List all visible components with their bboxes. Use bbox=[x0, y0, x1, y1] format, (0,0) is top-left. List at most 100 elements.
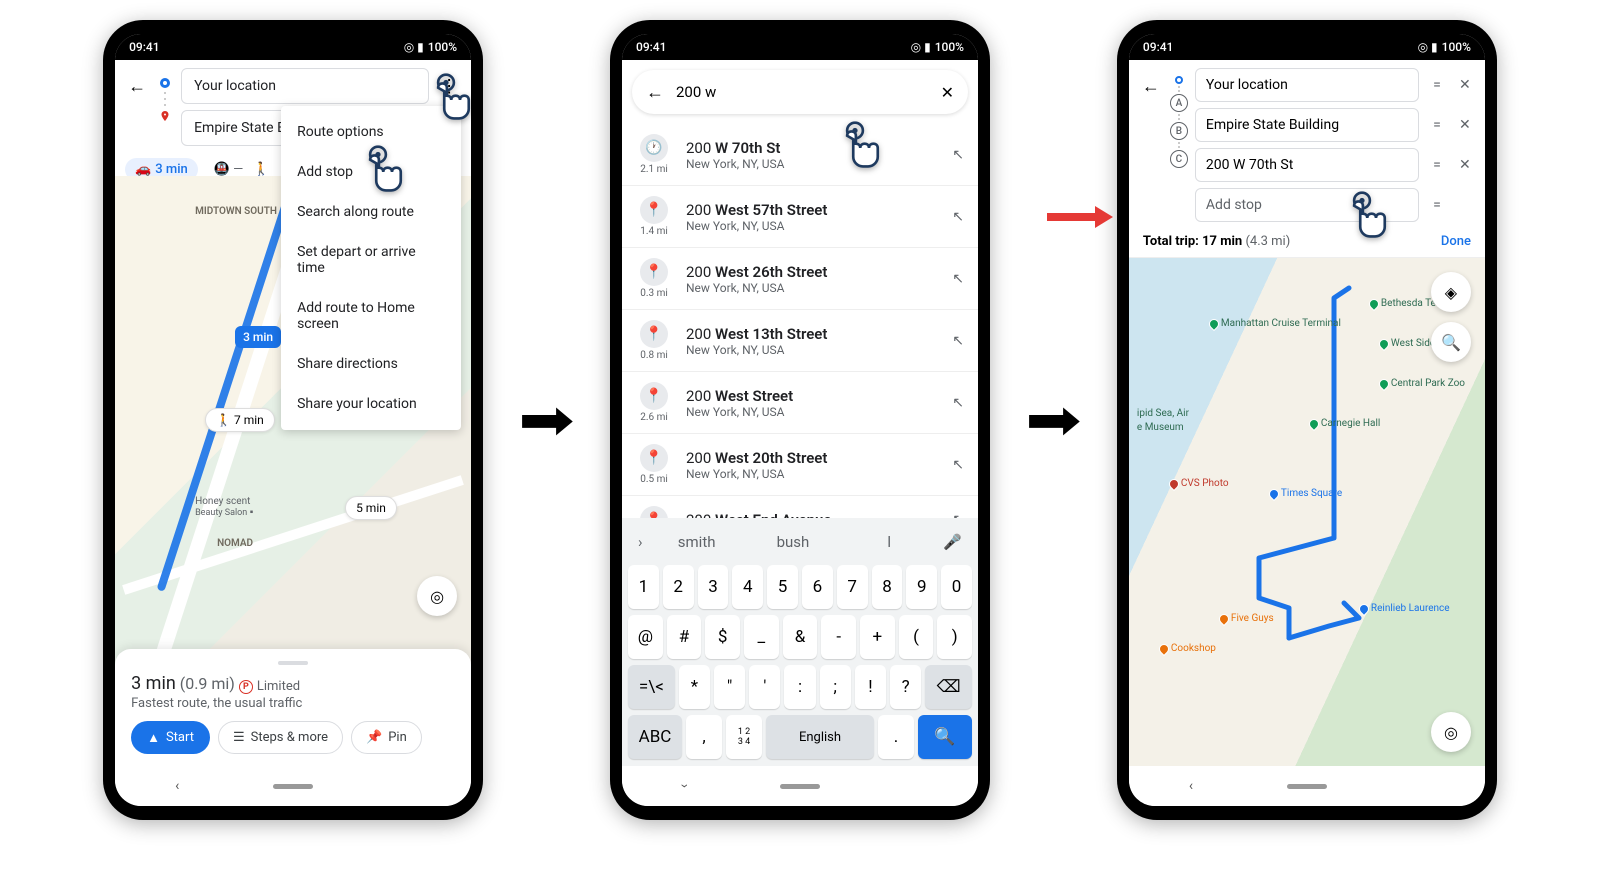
my-location-fab[interactable]: ◎ bbox=[1431, 712, 1471, 752]
kb-key[interactable]: 8 bbox=[872, 565, 903, 609]
insert-arrow-icon[interactable]: ↖ bbox=[952, 333, 964, 349]
mode-walking[interactable]: 🚶 bbox=[253, 162, 269, 177]
kb-key[interactable]: 7 bbox=[837, 565, 868, 609]
sugg-expand-icon[interactable]: › bbox=[632, 533, 649, 551]
stop-input-origin[interactable]: Your location bbox=[1195, 68, 1419, 102]
kb-key[interactable]: " bbox=[714, 665, 745, 709]
kb-period[interactable]: . bbox=[878, 715, 914, 759]
kb-key[interactable]: * bbox=[679, 665, 710, 709]
nav-home-pill[interactable] bbox=[780, 784, 820, 789]
search-fab[interactable]: 🔍 bbox=[1431, 322, 1471, 362]
kb-key[interactable]: =\< bbox=[628, 665, 675, 709]
menu-share-location[interactable]: Share your location bbox=[281, 384, 461, 424]
kb-key[interactable]: 3 bbox=[698, 565, 729, 609]
summary-time: 3 min bbox=[131, 673, 176, 694]
nav-back-icon[interactable]: ‹ bbox=[175, 778, 179, 794]
search-result[interactable]: 📍0.3 mi 200 West 26th StreetNew York, NY… bbox=[622, 248, 978, 310]
origin-input[interactable]: Your location bbox=[181, 68, 429, 104]
kb-key[interactable]: 9 bbox=[906, 565, 937, 609]
layers-fab[interactable]: ◈ bbox=[1431, 272, 1471, 312]
done-button[interactable]: Done bbox=[1441, 234, 1471, 249]
search-input[interactable] bbox=[676, 83, 929, 101]
kb-nums[interactable]: 1 2 3 4 bbox=[726, 715, 762, 759]
kb-key[interactable]: _ bbox=[744, 615, 779, 659]
map-canvas[interactable]: Manhattan Cruise Terminal Bethesda Terra… bbox=[1129, 258, 1485, 766]
kb-key[interactable]: 6 bbox=[802, 565, 833, 609]
search-result[interactable]: 📍 200 West End Avenue ↖ bbox=[622, 496, 978, 518]
kb-key[interactable]: 5 bbox=[767, 565, 798, 609]
menu-search-along[interactable]: Search along route bbox=[281, 192, 461, 232]
stop-input-add[interactable]: Add stop bbox=[1195, 188, 1419, 222]
insert-arrow-icon[interactable]: ↖ bbox=[952, 147, 964, 163]
nav-home-pill[interactable] bbox=[1287, 784, 1327, 789]
suggestion-3[interactable]: l bbox=[841, 533, 937, 551]
menu-add-stop[interactable]: Add stop bbox=[281, 152, 461, 192]
route-summary-card[interactable]: 3 min (0.9 mi) PLimited Fastest route, t… bbox=[115, 649, 471, 767]
nav-back-icon[interactable]: ‹ bbox=[676, 784, 692, 788]
drag-handle-icon[interactable]: = bbox=[1427, 77, 1447, 93]
kb-key[interactable]: ! bbox=[855, 665, 886, 709]
kb-key[interactable]: ; bbox=[820, 665, 851, 709]
suggestion-2[interactable]: bush bbox=[745, 533, 841, 551]
kb-key[interactable]: 0 bbox=[941, 565, 972, 609]
remove-stop-icon[interactable]: ✕ bbox=[1455, 77, 1475, 93]
insert-arrow-icon[interactable]: ↖ bbox=[952, 271, 964, 287]
kb-language[interactable]: English bbox=[766, 715, 874, 759]
menu-route-options[interactable]: Route options bbox=[281, 112, 461, 152]
kb-key[interactable]: @ bbox=[628, 615, 663, 659]
kb-search-button[interactable]: 🔍 bbox=[918, 715, 972, 759]
kb-key[interactable]: ? bbox=[890, 665, 921, 709]
kb-key[interactable]: 1 bbox=[628, 565, 659, 609]
kb-key[interactable]: ' bbox=[749, 665, 780, 709]
kb-key[interactable]: ⌫ bbox=[925, 665, 972, 709]
nav-home-pill[interactable] bbox=[273, 784, 313, 789]
kb-key[interactable]: & bbox=[783, 615, 818, 659]
kb-comma[interactable]: , bbox=[686, 715, 722, 759]
kb-key[interactable]: : bbox=[784, 665, 815, 709]
insert-arrow-icon[interactable]: ↖ bbox=[952, 209, 964, 225]
search-result[interactable]: 📍0.5 mi 200 West 20th StreetNew York, NY… bbox=[622, 434, 978, 496]
search-result[interactable]: 🕐2.1 mi 200 W 70th StNew York, NY, USA ↖ bbox=[622, 124, 978, 186]
kb-key[interactable]: - bbox=[821, 615, 856, 659]
back-icon[interactable]: ← bbox=[646, 82, 664, 103]
search-result[interactable]: 📍0.8 mi 200 West 13th StreetNew York, NY… bbox=[622, 310, 978, 372]
kb-key[interactable]: ( bbox=[899, 615, 934, 659]
kb-key[interactable]: ) bbox=[937, 615, 972, 659]
clear-icon[interactable]: ✕ bbox=[941, 83, 954, 102]
steps-button[interactable]: ☰ Steps & more bbox=[218, 721, 343, 754]
search-result[interactable]: 📍1.4 mi 200 West 57th StreetNew York, NY… bbox=[622, 186, 978, 248]
menu-set-time[interactable]: Set depart or arrive time bbox=[281, 232, 461, 288]
map-poi: Five Guys bbox=[1219, 613, 1274, 624]
result-title: 200 West 13th Street bbox=[686, 325, 938, 343]
drag-handle-icon[interactable]: = bbox=[1427, 157, 1447, 173]
my-location-fab[interactable]: ◎ bbox=[417, 576, 457, 616]
kb-key[interactable]: 4 bbox=[732, 565, 763, 609]
result-subtitle: New York, NY, USA bbox=[686, 467, 938, 481]
drag-handle-icon[interactable]: = bbox=[1427, 117, 1447, 133]
menu-add-home[interactable]: Add route to Home screen bbox=[281, 288, 461, 344]
stop-input-b[interactable]: 200 W 70th St bbox=[1195, 148, 1419, 182]
nav-back-icon[interactable]: ‹ bbox=[1189, 778, 1193, 794]
back-button[interactable]: ← bbox=[125, 74, 149, 98]
start-button[interactable]: ▲ Start bbox=[131, 721, 210, 754]
remove-stop-icon[interactable]: ✕ bbox=[1455, 117, 1475, 133]
mode-transit[interactable]: 🚇 — bbox=[214, 162, 244, 177]
search-bar[interactable]: ← ✕ bbox=[632, 70, 968, 114]
kb-abc[interactable]: ABC bbox=[628, 715, 682, 759]
search-result[interactable]: 📍2.6 mi 200 West StreetNew York, NY, USA… bbox=[622, 372, 978, 434]
insert-arrow-icon[interactable]: ↖ bbox=[952, 457, 964, 473]
kb-key[interactable]: 2 bbox=[663, 565, 694, 609]
kb-key[interactable]: + bbox=[860, 615, 895, 659]
suggestion-1[interactable]: smith bbox=[649, 533, 745, 551]
mic-icon[interactable]: 🎤 bbox=[937, 533, 968, 551]
remove-stop-icon[interactable]: ✕ bbox=[1455, 157, 1475, 173]
kb-key[interactable]: $ bbox=[705, 615, 740, 659]
back-button[interactable]: ← bbox=[1139, 74, 1163, 98]
pin-button[interactable]: 📌 Pin bbox=[351, 721, 422, 754]
overflow-menu-button[interactable]: ⋮ bbox=[437, 74, 461, 98]
stop-input-a[interactable]: Empire State Building bbox=[1195, 108, 1419, 142]
insert-arrow-icon[interactable]: ↖ bbox=[952, 395, 964, 411]
menu-share-directions[interactable]: Share directions bbox=[281, 344, 461, 384]
kb-key[interactable]: # bbox=[667, 615, 702, 659]
drag-handle-icon[interactable]: = bbox=[1427, 197, 1447, 213]
